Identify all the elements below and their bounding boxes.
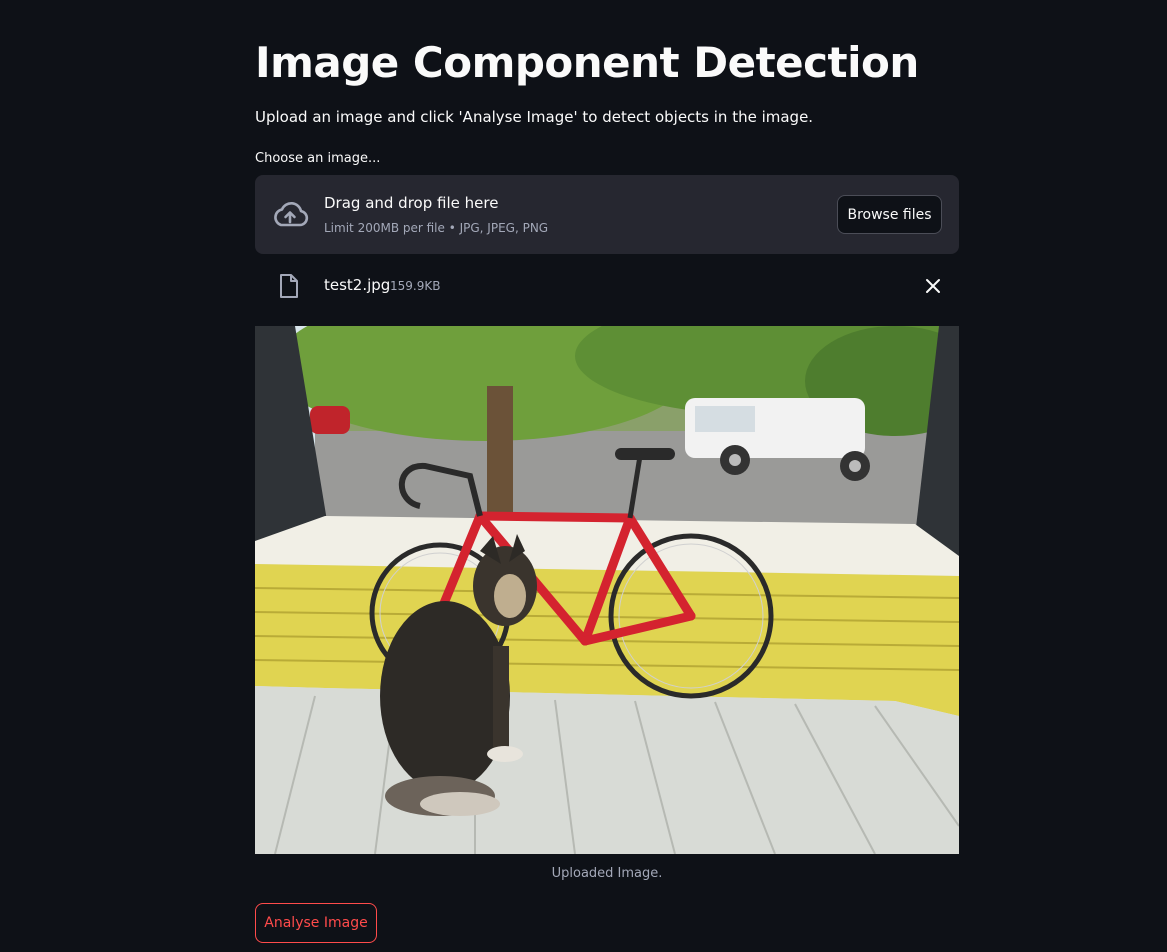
uploader-label: Choose an image... xyxy=(255,151,381,166)
page-title: Image Component Detection xyxy=(255,38,919,87)
image-caption: Uploaded Image. xyxy=(551,866,663,881)
page-description: Upload an image and click 'Analyse Image… xyxy=(255,108,814,126)
dropzone-title: Drag and drop file here xyxy=(324,194,499,212)
close-icon[interactable] xyxy=(923,276,943,296)
uploaded-image-illustration xyxy=(255,326,959,854)
analyse-image-button[interactable]: Analyse Image xyxy=(255,903,377,943)
file-size: 159.9KB xyxy=(390,279,441,293)
file-name: test2.jpg xyxy=(324,276,391,294)
dropzone-limit: Limit 200MB per file • JPG, JPEG, PNG xyxy=(324,221,549,235)
uploaded-file-row: test2.jpg 159.9KB xyxy=(255,270,959,302)
uploaded-image xyxy=(255,326,959,854)
file-dropzone[interactable]: Drag and drop file here Limit 200MB per … xyxy=(255,175,959,254)
browse-files-button[interactable]: Browse files xyxy=(837,195,942,234)
file-icon xyxy=(280,274,298,298)
cloud-upload-icon xyxy=(274,202,309,227)
